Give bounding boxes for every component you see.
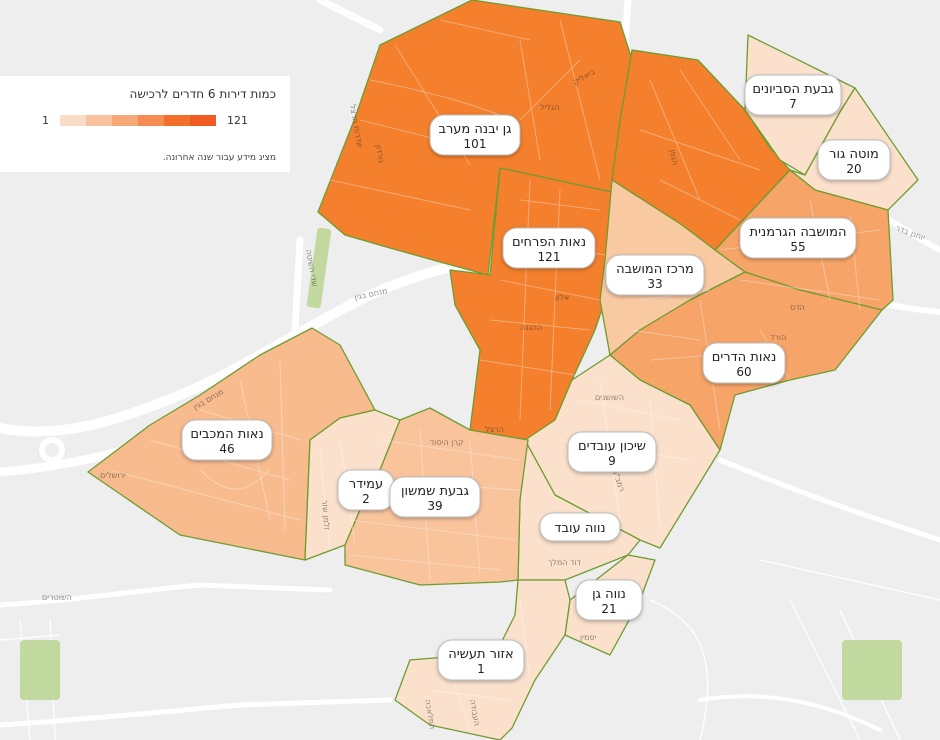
legend-note: מציג מידע עבור שנה אחרונה.: [162, 153, 276, 163]
street-label: הגליל: [540, 103, 559, 112]
label-merkaz-hamoshava[interactable]: מרכז המושבה 33: [605, 254, 705, 296]
label-neot-hadarim[interactable]: נאות הדרים 60: [702, 342, 786, 384]
label-neot-hamichbim[interactable]: נאות המכבים 46: [181, 419, 273, 461]
neighborhood-name: נאות הדרים: [712, 350, 777, 365]
neighborhood-name: שיכון עובדים: [578, 439, 646, 454]
legend-swatch: [164, 115, 190, 126]
street-label: השוטרים: [42, 593, 72, 602]
street-label: הדס: [790, 303, 805, 312]
label-neve-gan[interactable]: נווה גן 21: [575, 579, 643, 621]
neighborhood-count: 9: [608, 454, 616, 468]
neighborhood-count: 39: [427, 499, 442, 513]
label-givat-hasavyonim[interactable]: גבעת הסביונים 7: [744, 74, 842, 116]
neighborhood-count: 46: [219, 442, 234, 456]
neighborhood-count: 101: [464, 137, 487, 151]
label-motza-gur[interactable]: מוטה גור 20: [817, 139, 891, 181]
neighborhood-name: נאות המכבים: [190, 427, 263, 442]
label-shikun-ovdim[interactable]: שיכון עובדים 9: [567, 431, 657, 473]
street-label: יוחנן בדר: [894, 223, 926, 242]
street-label: השושנים: [595, 393, 624, 402]
neighborhood-count: 1: [477, 662, 485, 676]
label-ezor-taasiya[interactable]: אזור תעשיה 1: [437, 639, 525, 681]
street-label: יסמין: [580, 633, 597, 642]
street-label: ירושלים: [100, 471, 126, 480]
neighborhood-count: 121: [538, 250, 561, 264]
neighborhood-count: 20: [846, 162, 861, 176]
legend-swatch: [86, 115, 112, 126]
neighborhood-count: 7: [789, 97, 797, 111]
neighborhood-count: 60: [736, 365, 751, 379]
label-gan-yavne-west[interactable]: גן יבנה מערב 101: [429, 114, 521, 156]
legend-color-scale: [60, 115, 216, 126]
legend-panel: כמות דירות 6 חדרים לרכישה 121 1 מציג מיד…: [0, 76, 290, 172]
neighborhood-count: 33: [647, 277, 662, 291]
legend-title: כמות דירות 6 חדרים לרכישה: [129, 87, 277, 101]
street-label: דוד המלך: [548, 558, 582, 567]
neighborhood-name: עמידר: [349, 477, 383, 492]
legend-swatch: [138, 115, 164, 126]
neighborhood-name: נווה גן: [592, 587, 626, 602]
neighborhood-count: 21: [601, 602, 616, 616]
neighborhood-name: אזור תעשיה: [448, 647, 514, 662]
street-label: ההגנה: [520, 323, 542, 332]
neighborhood-name: גבעת שמשון: [401, 484, 469, 499]
label-amidar[interactable]: עמידר 2: [337, 469, 395, 511]
neighborhood-count: 55: [790, 240, 805, 254]
legend-swatch: [60, 115, 86, 126]
legend-swatch: [190, 115, 216, 126]
street-label: קרן היסוד: [430, 438, 464, 447]
label-givat-shimshon[interactable]: גבעת שמשון 39: [389, 476, 481, 518]
neighborhood-name: גן יבנה מערב: [438, 122, 511, 137]
label-neve-oved[interactable]: נווה עובד: [539, 512, 621, 542]
neighborhood-name: גבעת הסביונים: [752, 82, 833, 97]
legend-swatch: [112, 115, 138, 126]
neighborhood-name: נווה עובד: [554, 521, 605, 536]
legend-max-label: 121: [227, 114, 248, 127]
street-label: הורד: [770, 333, 786, 342]
neighborhood-name: המושבה הגרמנית: [750, 225, 847, 240]
label-neot-haprachim[interactable]: נאות הפרחים 121: [502, 227, 596, 269]
neighborhood-name: מרכז המושבה: [616, 262, 694, 277]
neighborhood-name: מוטה גור: [829, 147, 879, 162]
roundabout: [39, 437, 65, 463]
street-label: הרצל: [485, 425, 504, 434]
street-label: אלון: [555, 293, 569, 302]
neighborhood-count: 2: [362, 492, 370, 506]
legend-min-label: 1: [42, 114, 49, 127]
neighborhood-name: נאות הפרחים: [512, 235, 586, 250]
label-hamoshava-hagermanit[interactable]: המושבה הגרמנית 55: [739, 217, 857, 259]
